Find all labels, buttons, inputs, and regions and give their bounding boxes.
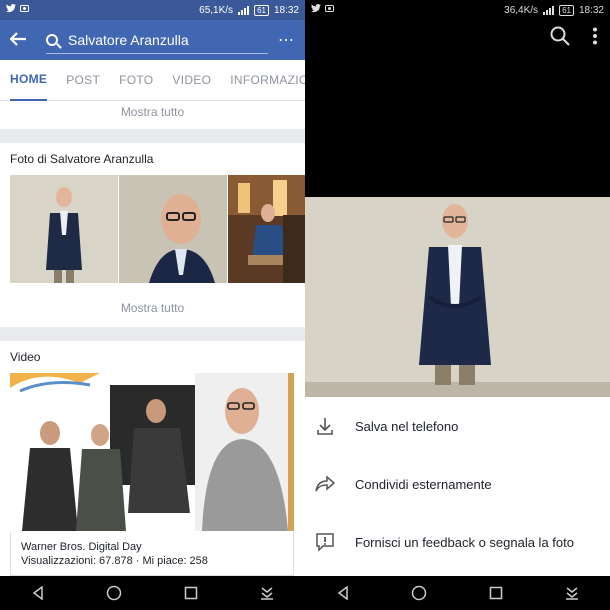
nav-notification-pull-icon[interactable]: [247, 576, 287, 610]
video-thumbnail[interactable]: [10, 373, 294, 531]
share-externally-option[interactable]: Condividi esternamente: [305, 455, 610, 513]
nav-recents-icon[interactable]: [476, 576, 516, 610]
clock: 18:32: [578, 4, 604, 16]
more-vertical-icon[interactable]: [592, 27, 598, 50]
page-tabs: HOME POST FOTO VIDEO INFORMAZIONI: [0, 60, 305, 101]
signal-icon: [543, 5, 555, 15]
video-title: Warner Bros. Digital Day: [21, 541, 142, 553]
profile-photo-thumbnail[interactable]: [10, 175, 118, 283]
status-bar-right: 36,4K/s 61 18:32: [305, 0, 610, 20]
tab-foto[interactable]: FOTO: [119, 60, 153, 101]
share-externally-label: Condividi esternamente: [355, 476, 492, 492]
clock: 18:32: [273, 4, 299, 16]
save-to-phone-option[interactable]: Salva nel telefono: [305, 397, 610, 455]
share-icon: [315, 474, 336, 494]
video-info[interactable]: Warner Bros. Digital Day Visualizzazioni…: [10, 532, 294, 576]
search-icon: [46, 33, 58, 46]
search-input[interactable]: Salvatore Aranzulla: [46, 26, 268, 54]
event-photo-thumbnail[interactable]: [228, 175, 305, 283]
viewer-toolbar: [550, 26, 598, 51]
twitter-notification-icon: [6, 4, 16, 16]
show-all-link[interactable]: Mostra tutto: [0, 101, 305, 123]
battery-icon: 61: [254, 4, 269, 16]
full-photo[interactable]: [305, 197, 610, 397]
back-arrow-icon[interactable]: [9, 29, 36, 52]
report-photo-option[interactable]: Fornisci un feedback o segnala la foto: [305, 513, 610, 571]
nav-back-icon[interactable]: [18, 576, 58, 610]
portrait-photo-thumbnail[interactable]: [119, 175, 227, 283]
tab-video[interactable]: VIDEO: [172, 60, 211, 101]
nav-home-icon[interactable]: [94, 576, 134, 610]
battery-icon: 61: [559, 4, 574, 16]
network-speed: 65,1K/s: [199, 4, 234, 16]
tab-home[interactable]: HOME: [10, 60, 48, 101]
previous-section-card: Mostra tutto: [0, 101, 305, 129]
more-options-icon[interactable]: ⋯: [278, 30, 295, 50]
status-bar: 65,1K/s 61 18:32: [0, 0, 305, 20]
facebook-page-screen: 65,1K/s 61 18:32 Salvatore Aranzulla ⋯ H…: [0, 0, 305, 610]
photo-viewer-screen: 36,4K/s 61 18:32 Salva nel telefono Cond…: [305, 0, 610, 610]
download-icon: [315, 416, 335, 436]
video-stats: Visualizzazioni: 67.878 · Mi piace: 258: [21, 555, 208, 567]
tab-informazioni[interactable]: INFORMAZIONI: [230, 60, 305, 101]
photos-section-title: Foto di Salvatore Aranzulla: [10, 152, 154, 166]
app-header: Salvatore Aranzulla ⋯: [0, 20, 305, 60]
android-nav-bar: [305, 576, 610, 610]
signal-icon: [238, 5, 250, 15]
nav-recents-icon[interactable]: [171, 576, 211, 610]
android-nav-bar: [0, 576, 305, 610]
nav-notification-pull-icon[interactable]: [552, 576, 592, 610]
search-text: Salvatore Aranzulla: [68, 31, 189, 48]
report-photo-label: Fornisci un feedback o segnala la foto: [355, 534, 574, 550]
tab-post[interactable]: POST: [66, 60, 100, 101]
nav-home-icon[interactable]: [399, 576, 439, 610]
network-speed: 36,4K/s: [504, 4, 539, 16]
video-section-title: Video: [10, 350, 41, 364]
save-to-phone-label: Salva nel telefono: [355, 418, 459, 434]
search-icon[interactable]: [550, 26, 570, 51]
twitter-notification-icon: [311, 4, 321, 16]
app-notification-icon: [20, 4, 29, 16]
photo-options-sheet: Salva nel telefono Condividi esternament…: [305, 397, 610, 576]
nav-back-icon[interactable]: [323, 576, 363, 610]
report-icon: [315, 532, 335, 552]
photos-show-all-link[interactable]: Mostra tutto: [0, 301, 305, 315]
app-notification-icon: [325, 4, 334, 16]
